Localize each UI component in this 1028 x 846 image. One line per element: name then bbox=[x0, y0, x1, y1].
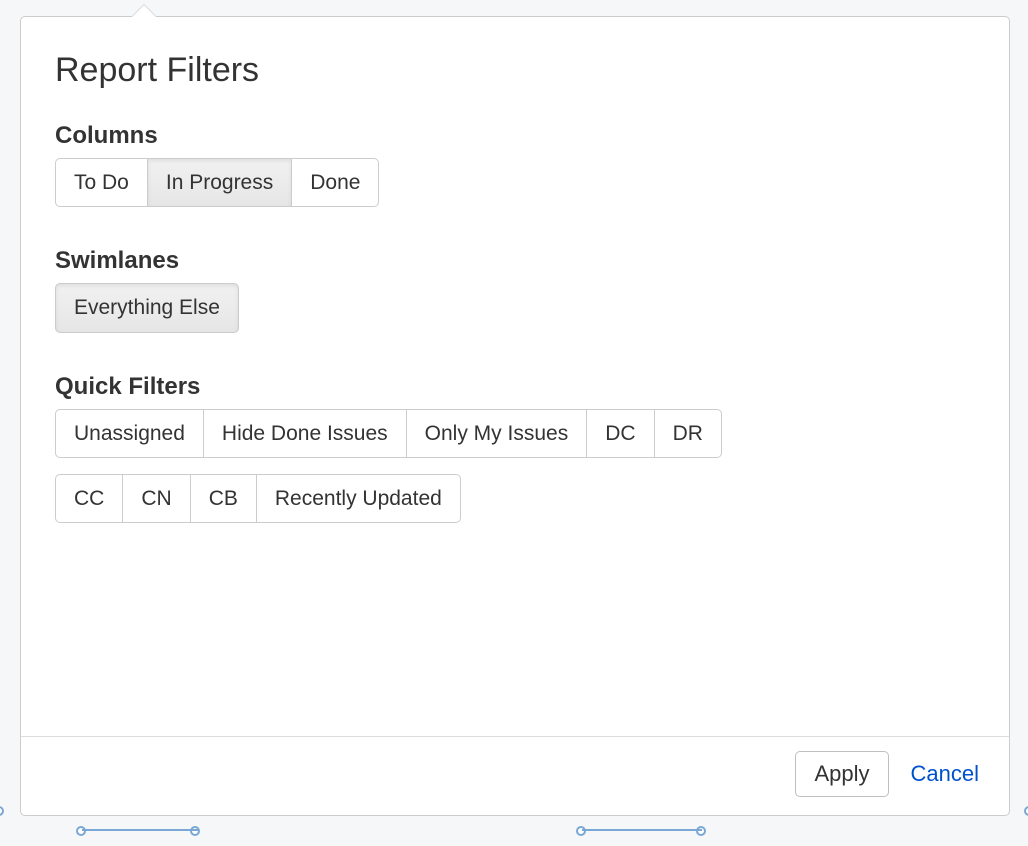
qf-cb[interactable]: CB bbox=[190, 474, 257, 523]
qf-cn[interactable]: CN bbox=[122, 474, 190, 523]
quick-filters-heading: Quick Filters bbox=[55, 373, 975, 401]
columns-group: To Do In Progress Done bbox=[55, 158, 379, 207]
qf-cc[interactable]: CC bbox=[55, 474, 123, 523]
dialog-title: Report Filters bbox=[55, 51, 975, 90]
swimlanes-group: Everything Else bbox=[55, 283, 239, 332]
qf-recently-updated[interactable]: Recently Updated bbox=[256, 474, 461, 523]
report-filters-dialog: Report Filters Columns To Do In Progress… bbox=[20, 16, 1010, 816]
columns-heading: Columns bbox=[55, 122, 975, 150]
qf-hide-done-issues[interactable]: Hide Done Issues bbox=[203, 409, 407, 458]
qf-only-my-issues[interactable]: Only My Issues bbox=[406, 409, 588, 458]
quick-filters-group-1: Unassigned Hide Done Issues Only My Issu… bbox=[55, 409, 722, 458]
dialog-footer: Apply Cancel bbox=[21, 737, 1009, 815]
columns-option-todo[interactable]: To Do bbox=[55, 158, 148, 207]
cancel-link[interactable]: Cancel bbox=[911, 761, 979, 787]
dialog-body: Report Filters Columns To Do In Progress… bbox=[21, 17, 1009, 737]
columns-option-done[interactable]: Done bbox=[291, 158, 379, 207]
qf-dc[interactable]: DC bbox=[586, 409, 654, 458]
qf-unassigned[interactable]: Unassigned bbox=[55, 409, 204, 458]
qf-dr[interactable]: DR bbox=[654, 409, 722, 458]
quick-filters-group-2: CC CN CB Recently Updated bbox=[55, 474, 461, 523]
swimlanes-heading: Swimlanes bbox=[55, 247, 975, 275]
swimlanes-option-everything-else[interactable]: Everything Else bbox=[55, 283, 239, 332]
columns-option-in-progress[interactable]: In Progress bbox=[147, 158, 292, 207]
apply-button[interactable]: Apply bbox=[795, 751, 888, 797]
popover-arrow bbox=[131, 5, 157, 18]
